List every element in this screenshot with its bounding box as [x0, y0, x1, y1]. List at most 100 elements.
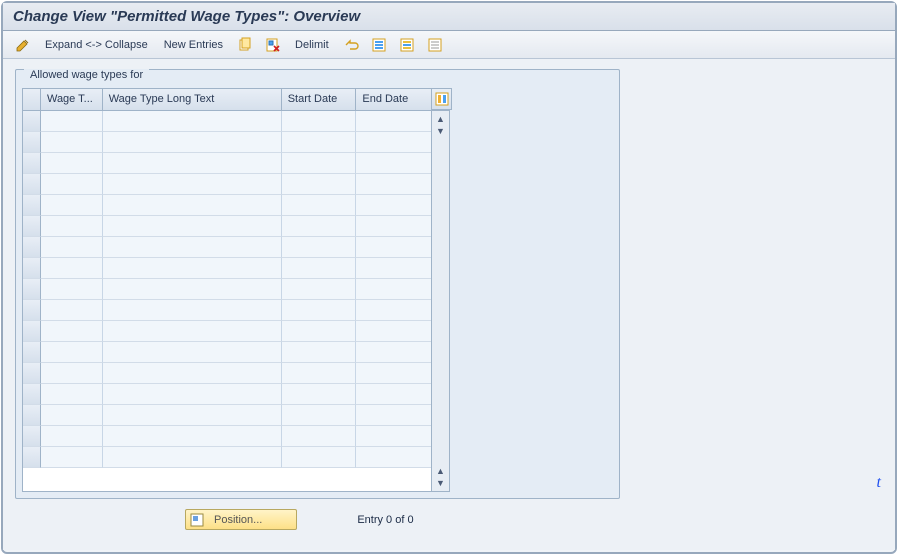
cell-wage-type[interactable] [41, 153, 103, 174]
cell-start-date[interactable] [282, 258, 357, 279]
cell-wage-type[interactable] [41, 237, 103, 258]
vertical-scrollbar[interactable]: ▲ ▼ ▲ ▼ [432, 110, 450, 492]
cell-start-date[interactable] [282, 447, 357, 468]
row-selector[interactable] [23, 363, 41, 384]
cell-end-date[interactable] [356, 111, 431, 132]
cell-start-date[interactable] [282, 279, 357, 300]
copy-icon[interactable] [233, 35, 257, 55]
cell-wage-type[interactable] [41, 426, 103, 447]
deselect-all-icon[interactable] [423, 35, 447, 55]
cell-wage-type[interactable] [41, 300, 103, 321]
cell-long-text[interactable] [103, 363, 282, 384]
cell-start-date[interactable] [282, 384, 357, 405]
cell-end-date[interactable] [356, 174, 431, 195]
cell-long-text[interactable] [103, 132, 282, 153]
cell-end-date[interactable] [356, 195, 431, 216]
cell-end-date[interactable] [356, 321, 431, 342]
cell-start-date[interactable] [282, 216, 357, 237]
table-row[interactable] [23, 384, 431, 405]
cell-end-date[interactable] [356, 153, 431, 174]
row-selector[interactable] [23, 321, 41, 342]
col-header-end-date[interactable]: End Date [356, 89, 431, 110]
col-header-start-date[interactable]: Start Date [282, 89, 357, 110]
cell-long-text[interactable] [103, 321, 282, 342]
cell-long-text[interactable] [103, 174, 282, 195]
row-selector[interactable] [23, 132, 41, 153]
table-row[interactable] [23, 237, 431, 258]
select-all-icon[interactable] [367, 35, 391, 55]
cell-end-date[interactable] [356, 426, 431, 447]
cell-wage-type[interactable] [41, 363, 103, 384]
new-entries-button[interactable]: New Entries [158, 37, 229, 53]
row-selector[interactable] [23, 384, 41, 405]
row-selector[interactable] [23, 426, 41, 447]
cell-wage-type[interactable] [41, 405, 103, 426]
position-button[interactable]: Position... [185, 509, 297, 530]
cell-wage-type[interactable] [41, 174, 103, 195]
cell-long-text[interactable] [103, 237, 282, 258]
cell-start-date[interactable] [282, 153, 357, 174]
cell-start-date[interactable] [282, 300, 357, 321]
expand-collapse-button[interactable]: Expand <-> Collapse [39, 37, 154, 53]
table-row[interactable] [23, 195, 431, 216]
row-selector[interactable] [23, 342, 41, 363]
cell-start-date[interactable] [282, 363, 357, 384]
cell-long-text[interactable] [103, 216, 282, 237]
cell-long-text[interactable] [103, 111, 282, 132]
cell-start-date[interactable] [282, 195, 357, 216]
cell-long-text[interactable] [103, 426, 282, 447]
cell-wage-type[interactable] [41, 384, 103, 405]
table-row[interactable] [23, 258, 431, 279]
row-selector[interactable] [23, 174, 41, 195]
undo-icon[interactable] [339, 35, 363, 55]
row-selector[interactable] [23, 300, 41, 321]
table-row[interactable] [23, 216, 431, 237]
table-row[interactable] [23, 174, 431, 195]
row-selector[interactable] [23, 405, 41, 426]
cell-wage-type[interactable] [41, 195, 103, 216]
table-row[interactable] [23, 363, 431, 384]
table-row[interactable] [23, 111, 431, 132]
cell-start-date[interactable] [282, 426, 357, 447]
row-selector[interactable] [23, 447, 41, 468]
row-selector-header[interactable] [23, 89, 41, 110]
scroll-up-small-icon[interactable]: ▲ [435, 465, 447, 477]
cell-end-date[interactable] [356, 132, 431, 153]
cell-wage-type[interactable] [41, 279, 103, 300]
delete-icon[interactable] [261, 35, 285, 55]
cell-end-date[interactable] [356, 447, 431, 468]
row-selector[interactable] [23, 237, 41, 258]
cell-long-text[interactable] [103, 258, 282, 279]
cell-end-date[interactable] [356, 363, 431, 384]
cell-end-date[interactable] [356, 237, 431, 258]
cell-end-date[interactable] [356, 279, 431, 300]
scroll-down-small-icon[interactable]: ▼ [435, 125, 447, 137]
table-row[interactable] [23, 342, 431, 363]
table-row[interactable] [23, 321, 431, 342]
cell-start-date[interactable] [282, 111, 357, 132]
cell-start-date[interactable] [282, 132, 357, 153]
table-row[interactable] [23, 447, 431, 468]
cell-long-text[interactable] [103, 342, 282, 363]
table-row[interactable] [23, 153, 431, 174]
row-selector[interactable] [23, 153, 41, 174]
row-selector[interactable] [23, 258, 41, 279]
cell-long-text[interactable] [103, 195, 282, 216]
cell-end-date[interactable] [356, 258, 431, 279]
wage-type-table[interactable]: Wage T... Wage Type Long Text Start Date… [22, 88, 432, 492]
table-config-icon[interactable] [432, 88, 452, 110]
cell-start-date[interactable] [282, 174, 357, 195]
cell-end-date[interactable] [356, 405, 431, 426]
table-row[interactable] [23, 279, 431, 300]
cell-long-text[interactable] [103, 384, 282, 405]
row-selector[interactable] [23, 111, 41, 132]
cell-wage-type[interactable] [41, 321, 103, 342]
cell-long-text[interactable] [103, 300, 282, 321]
cell-wage-type[interactable] [41, 216, 103, 237]
cell-end-date[interactable] [356, 300, 431, 321]
cell-long-text[interactable] [103, 405, 282, 426]
cell-wage-type[interactable] [41, 342, 103, 363]
row-selector[interactable] [23, 279, 41, 300]
table-row[interactable] [23, 132, 431, 153]
edit-icon[interactable] [11, 35, 35, 55]
